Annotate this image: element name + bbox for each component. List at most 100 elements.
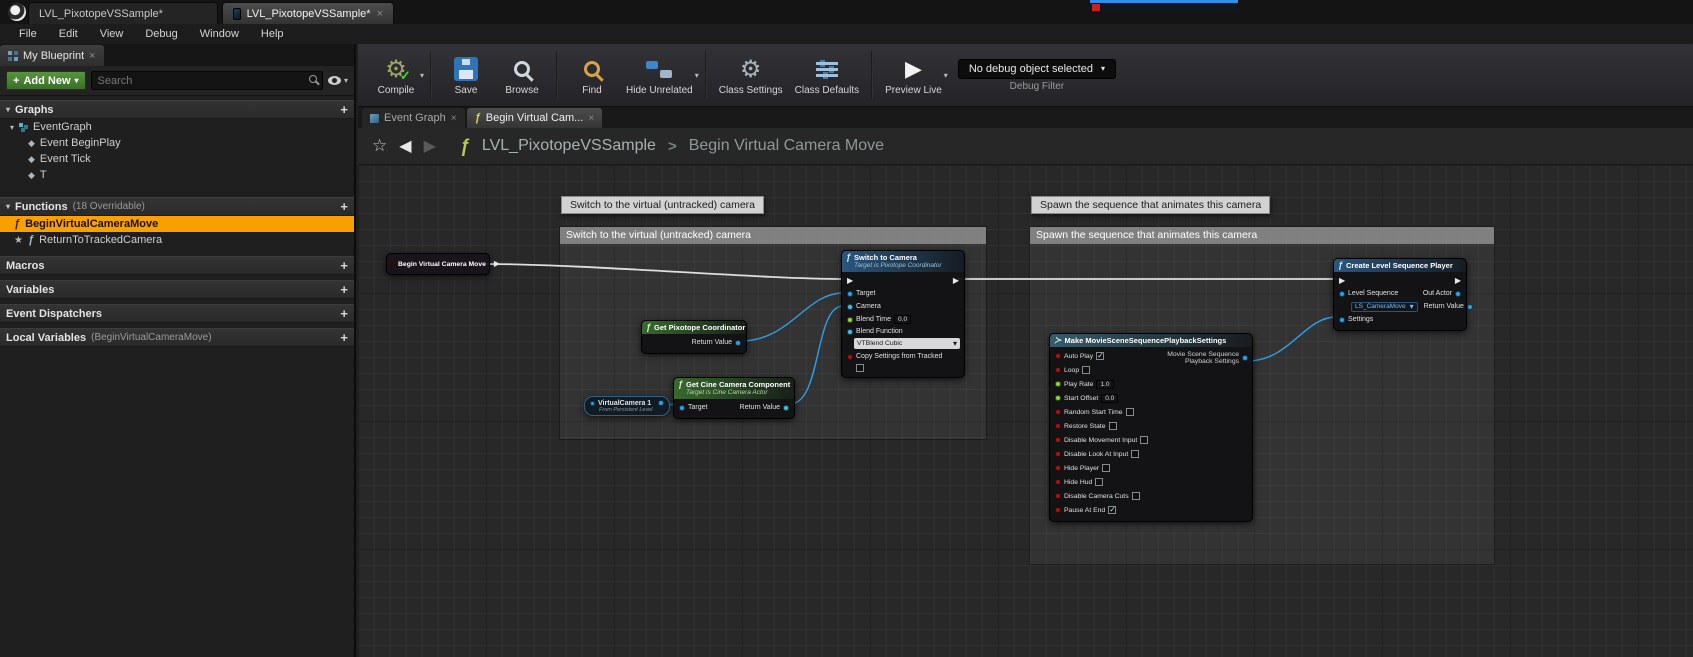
out-actor-pin[interactable] — [1455, 291, 1461, 297]
preview-live-button[interactable]: ▶ Preview Live ▾ — [879, 47, 948, 103]
hide-player-pin[interactable] — [1055, 465, 1061, 471]
random-start-time-checkbox[interactable] — [1126, 408, 1134, 416]
section-functions[interactable]: ▾ Functions (18 Overridable) + — [0, 197, 354, 216]
tree-item-returntotrackedcamera[interactable]: ★ ƒ ReturnToTrackedCamera — [0, 232, 354, 248]
return-value-pin[interactable] — [783, 405, 789, 411]
struct-out-pin[interactable] — [1242, 355, 1248, 361]
close-icon[interactable]: × — [377, 8, 383, 20]
collapse-arrow-icon[interactable]: ▾ — [6, 202, 10, 211]
tab-event-graph[interactable]: Event Graph × — [362, 108, 465, 128]
section-graphs[interactable]: ▾ Graphs + — [0, 100, 354, 119]
menu-window[interactable]: Window — [189, 24, 250, 44]
restore-state-pin[interactable] — [1055, 423, 1061, 429]
chevron-down-icon[interactable]: ▾ — [420, 71, 424, 80]
random-start-time-pin[interactable] — [1055, 409, 1061, 415]
hide-unrelated-button[interactable]: Hide Unrelated ▾ — [620, 47, 699, 103]
disable-camera-cuts-pin[interactable] — [1055, 493, 1061, 499]
return-value-pin[interactable] — [735, 340, 741, 346]
disable-movement-input-pin[interactable] — [1055, 437, 1061, 443]
blend-function-dropdown[interactable]: VTBlend Cubic ▾ — [854, 338, 960, 349]
close-icon[interactable]: × — [89, 50, 95, 62]
forward-button[interactable]: ▶ — [424, 136, 436, 156]
save-button[interactable]: Save — [438, 47, 494, 103]
node-begin-virtual-camera-move[interactable]: Begin Virtual Camera Move ▶ — [386, 253, 490, 275]
back-button[interactable]: ◀ — [399, 136, 411, 156]
node-create-level-sequence-player[interactable]: ƒ Create Level Sequence Player ▶ ▶ Level… — [1333, 258, 1467, 331]
menu-edit[interactable]: Edit — [48, 24, 89, 44]
add-graph-button[interactable]: + — [340, 100, 348, 119]
tab-begin-virtual-cam[interactable]: ƒ Begin Virtual Cam... × — [467, 108, 603, 128]
hide-player-checkbox[interactable] — [1102, 464, 1110, 472]
tree-item-t[interactable]: ◆ T — [0, 167, 354, 183]
menu-file[interactable]: File — [8, 24, 48, 44]
start-offset-value[interactable]: 0.0 — [1101, 394, 1118, 403]
chevron-down-icon[interactable]: ▾ — [695, 71, 699, 80]
node-get-pixotope-coordinator[interactable]: ƒ Get Pixotope Coordinator Return Value — [641, 320, 747, 354]
compile-button[interactable]: ⚙ ✓ Compile ▾ — [368, 47, 424, 103]
copy-settings-checkbox[interactable] — [856, 364, 864, 372]
collapse-arrow-icon[interactable]: ▾ — [6, 105, 10, 114]
node-virtualcamera-variable[interactable]: VirtualCamera 1 From Persistent Level — [584, 396, 670, 416]
tree-item-beginvirtualcameramove[interactable]: ƒ BeginVirtualCameraMove — [0, 216, 354, 232]
comment-title[interactable]: Spawn the sequence that animates this ca… — [1030, 227, 1494, 244]
blend-time-pin[interactable] — [847, 317, 853, 323]
exec-in-pin[interactable]: ▶ — [847, 277, 853, 285]
settings-pin[interactable] — [1339, 317, 1345, 323]
section-event-dispatchers[interactable]: Event Dispatchers + — [0, 304, 354, 323]
play-rate-value[interactable]: 1.0 — [1096, 380, 1113, 389]
add-variable-button[interactable]: + — [340, 280, 348, 299]
visibility-filter-button[interactable]: ▾ — [328, 76, 348, 85]
camera-pin[interactable] — [847, 304, 853, 310]
target-pin[interactable] — [847, 291, 853, 297]
debug-object-dropdown[interactable]: No debug object selected ▾ — [958, 59, 1116, 79]
disable-camera-cuts-checkbox[interactable] — [1132, 492, 1140, 500]
level-sequence-asset-picker[interactable]: LS_CameraMove ▾ — [1351, 302, 1418, 312]
class-defaults-button[interactable]: Class Defaults — [789, 47, 865, 103]
auto-play-checkbox[interactable] — [1096, 352, 1104, 360]
class-settings-button[interactable]: ⚙ Class Settings — [713, 47, 789, 103]
node-switch-to-camera[interactable]: ƒ Switch to Camera Target is Pixotope Co… — [841, 250, 965, 378]
restore-state-checkbox[interactable] — [1109, 422, 1117, 430]
asset-tab-inactive[interactable]: LVL_PixotopeVSSample* — [28, 2, 218, 24]
search-input[interactable] — [91, 71, 323, 90]
disable-look-at-input-checkbox[interactable] — [1131, 450, 1139, 458]
add-new-button[interactable]: + Add New ▾ — [6, 71, 86, 90]
asset-tab-active[interactable]: LVL_PixotopeVSSample* × — [222, 2, 394, 24]
level-sequence-pin[interactable] — [1339, 291, 1345, 297]
tab-my-blueprint[interactable]: My Blueprint × — [0, 45, 104, 66]
pause-at-end-pin[interactable] — [1055, 507, 1061, 513]
copy-settings-pin[interactable] — [847, 354, 853, 360]
exec-out-pin[interactable]: ▶ — [1455, 277, 1461, 285]
section-local-variables[interactable]: Local Variables (BeginVirtualCameraMove)… — [0, 328, 354, 347]
add-function-button[interactable]: + — [340, 197, 348, 216]
menu-view[interactable]: View — [89, 24, 135, 44]
tree-item-event-beginplay[interactable]: ◆ Event BeginPlay — [0, 135, 354, 151]
node-make-playback-settings[interactable]: ≻ Make MovieSceneSequencePlaybackSetting… — [1049, 333, 1253, 522]
tree-item-eventgraph[interactable]: ▾ EventGraph — [0, 119, 354, 135]
menu-help[interactable]: Help — [250, 24, 295, 44]
return-value-pin[interactable] — [1467, 304, 1473, 310]
pause-at-end-checkbox[interactable] — [1108, 506, 1116, 514]
loop-checkbox[interactable] — [1082, 366, 1090, 374]
chevron-down-icon[interactable]: ▾ — [944, 71, 948, 80]
graph-canvas[interactable]: Switch to the virtual (untracked) camera… — [358, 165, 1693, 657]
section-variables[interactable]: Variables + — [0, 280, 354, 299]
find-button[interactable]: Find — [564, 47, 620, 103]
exec-in-pin[interactable]: ▶ — [1339, 277, 1345, 285]
hide-hud-pin[interactable] — [1055, 479, 1061, 485]
browse-button[interactable]: Browse — [494, 47, 550, 103]
node-get-cine-camera-component[interactable]: ƒ Get Cine Camera Component Target is Ci… — [673, 377, 795, 419]
add-local-variable-button[interactable]: + — [340, 328, 348, 347]
add-dispatcher-button[interactable]: + — [340, 304, 348, 323]
exec-out-pin[interactable]: ▶ — [494, 260, 500, 268]
comment-title[interactable]: Switch to the virtual (untracked) camera — [560, 227, 986, 244]
collapse-arrow-icon[interactable]: ▾ — [10, 123, 14, 132]
exec-out-pin[interactable]: ▶ — [953, 277, 959, 285]
breadcrumb-root[interactable]: LVL_PixotopeVSSample — [482, 137, 656, 155]
close-icon[interactable]: × — [588, 113, 594, 124]
menu-debug[interactable]: Debug — [134, 24, 188, 44]
variable-out-pin[interactable] — [658, 400, 664, 406]
disable-look-at-input-pin[interactable] — [1055, 451, 1061, 457]
loop-pin[interactable] — [1055, 367, 1061, 373]
add-macro-button[interactable]: + — [340, 256, 348, 275]
